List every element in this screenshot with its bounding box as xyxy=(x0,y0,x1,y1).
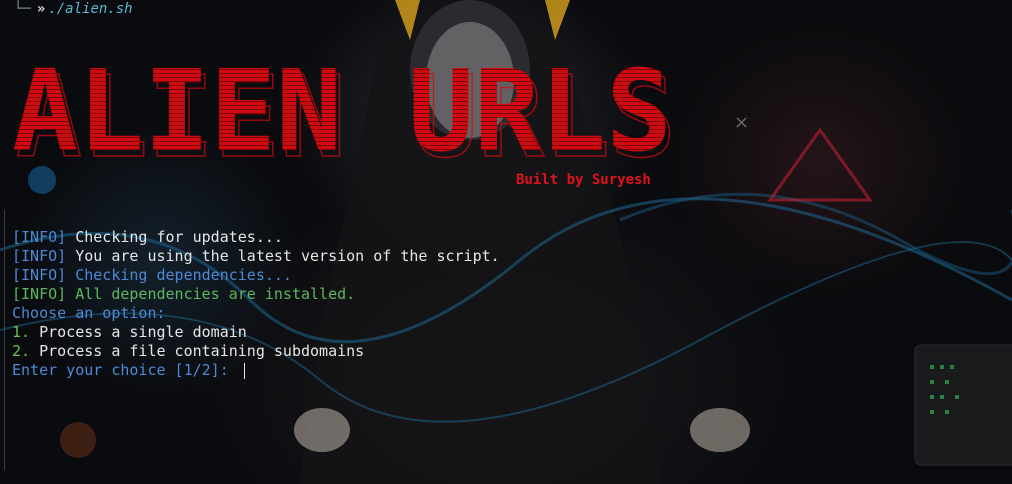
text-cursor[interactable] xyxy=(243,362,245,379)
log-line: [INFO] Checking for updates... xyxy=(12,228,500,247)
info-tag: [INFO] xyxy=(12,228,67,246)
prompt-command: ./alien.sh xyxy=(48,1,133,17)
log-line: [INFO] All dependencies are installed. xyxy=(12,285,500,304)
log-text: All dependencies are installed. xyxy=(66,285,356,303)
info-tag: [INFO] xyxy=(12,247,67,265)
log-text: Checking dependencies... xyxy=(66,266,292,284)
banner-art: ALIEN URLS ALIEN URLS xyxy=(12,47,677,184)
option-number: 1. xyxy=(12,323,31,341)
prompt-corner-glyph: └─ xyxy=(14,1,31,17)
log-text: You are using the latest version of the … xyxy=(66,247,500,265)
terminal-output: [INFO] Checking for updates... [INFO] Yo… xyxy=(12,228,500,380)
option-label: Process a single domain xyxy=(30,323,247,341)
menu-heading: Choose an option: xyxy=(12,304,166,322)
menu-option-2: 2. Process a file containing subdomains xyxy=(12,342,500,361)
menu-option-1: 1. Process a single domain xyxy=(12,323,500,342)
log-line: [INFO] You are using the latest version … xyxy=(12,247,500,266)
option-label: Process a file containing subdomains xyxy=(30,342,365,360)
banner-title: ALIEN URLS xyxy=(12,50,672,170)
info-tag: [INFO] xyxy=(12,266,67,284)
banner-byline: Built by Suryesh xyxy=(516,172,651,188)
choice-input-line[interactable]: Enter your choice [1/2]: xyxy=(12,361,500,380)
choice-prompt: Enter your choice [1/2]: xyxy=(12,361,238,379)
terminal-left-border xyxy=(0,210,5,470)
option-number: 2. xyxy=(12,342,31,360)
log-text: Checking for updates... xyxy=(66,228,283,246)
ascii-banner: ALIEN URLS ALIEN URLS xyxy=(8,47,688,184)
prompt-arrow-icon: » xyxy=(36,1,46,17)
info-tag: [INFO] xyxy=(12,285,67,303)
shell-prompt: └─ » ./alien.sh xyxy=(14,0,133,18)
log-line: [INFO] Checking dependencies... xyxy=(12,266,500,285)
